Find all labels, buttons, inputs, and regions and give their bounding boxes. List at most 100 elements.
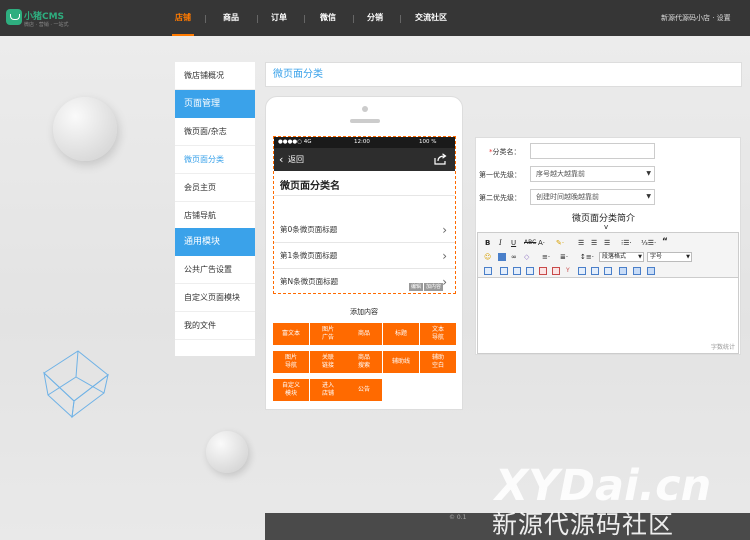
- delete-col-icon[interactable]: [552, 267, 560, 275]
- align-center-icon[interactable]: ☰: [591, 238, 597, 248]
- nav-separator: [205, 15, 206, 23]
- table-icon[interactable]: [484, 267, 492, 275]
- category-title: 微页面分类名: [280, 181, 340, 192]
- split-cols-icon[interactable]: [633, 267, 641, 275]
- emoji-icon[interactable]: ☺: [484, 252, 491, 262]
- highlight-icon[interactable]: ✎·: [556, 238, 564, 248]
- sidebar-item-shop-nav[interactable]: 店铺导航: [175, 202, 255, 230]
- back-chevron-icon[interactable]: ‹: [279, 148, 283, 171]
- eraser-icon[interactable]: ◇: [524, 252, 529, 262]
- align-right-icon[interactable]: ☰: [604, 238, 610, 248]
- priority1-select[interactable]: 序号越大越靠前 ▼: [530, 166, 655, 182]
- sidebar-item-custom-modules[interactable]: 自定义页面模块: [175, 284, 255, 312]
- bold-icon[interactable]: B: [485, 238, 490, 248]
- sidebar-group-common-modules[interactable]: 通用模块: [175, 228, 255, 256]
- tile-image-ad[interactable]: 图片 广告: [310, 323, 346, 345]
- delete-row-icon[interactable]: [539, 267, 547, 275]
- nav-products[interactable]: 商品: [218, 0, 244, 36]
- nav-distribution[interactable]: 分销: [364, 0, 386, 36]
- font-size-select[interactable]: 字号 ▼: [647, 252, 692, 262]
- list-item[interactable]: 第1条微页面标题 ›: [274, 243, 455, 269]
- line-height-icon[interactable]: ≡·: [542, 252, 550, 262]
- tile-text-nav[interactable]: 文本 导航: [420, 323, 456, 345]
- rich-text-editor[interactable]: B I U ABC A· ✎· ☰ ☰ ☰ ⁝☰· ⅓☰· “ ☺ ∞ ◇ ≡·…: [477, 232, 739, 354]
- font-size-label: 字号: [650, 253, 663, 260]
- tile-custom-module[interactable]: 自定义 模块: [273, 379, 309, 401]
- add-content-title: 添加内容: [350, 308, 378, 316]
- font-color-icon[interactable]: A·: [538, 238, 545, 248]
- sidebar-group-page-management[interactable]: 页面管理: [175, 90, 255, 118]
- sidebar-item-micropage-categories[interactable]: 微页面分类: [175, 146, 255, 174]
- link-icon[interactable]: ∞: [511, 252, 517, 262]
- shop-settings-link[interactable]: 新源代源码小店 · 设置: [661, 0, 731, 36]
- phone-screen[interactable]: ●●●●○ 4G 12:00 100 % ‹ 返回 微页面分类名 第0条微页面标…: [273, 136, 456, 294]
- insert-row-icon[interactable]: [513, 267, 521, 275]
- category-name-input[interactable]: [530, 143, 655, 159]
- tile-goods[interactable]: 商品: [346, 323, 382, 345]
- tile-heading[interactable]: 标题: [383, 323, 419, 345]
- signal-indicator: ●●●●○ 4G: [278, 139, 312, 145]
- quote-icon[interactable]: “: [662, 237, 668, 247]
- priority1-value: 序号越大越靠前: [536, 170, 585, 178]
- add-content-tag[interactable]: 加内容: [424, 283, 444, 291]
- insert-row-above-icon[interactable]: [500, 267, 508, 275]
- nav-community[interactable]: 交流社区: [413, 0, 449, 36]
- tile-divider[interactable]: 辅助线: [383, 351, 419, 373]
- battery-indicator: 100 %: [419, 139, 437, 145]
- tile-goods-search[interactable]: 商品 搜索: [346, 351, 382, 373]
- merge-cells-icon[interactable]: [578, 267, 586, 275]
- indent-icon[interactable]: ≣·: [560, 252, 568, 262]
- paragraph-format-label: 段落格式: [602, 253, 627, 260]
- tile-blank[interactable]: 辅助 空白: [420, 351, 456, 373]
- edit-tags: 编辑 加内容: [409, 283, 444, 291]
- tile-notice[interactable]: 公告: [346, 379, 382, 401]
- status-time: 12:00: [354, 139, 370, 145]
- chevron-down-icon: ▼: [686, 254, 690, 260]
- italic-icon[interactable]: I: [499, 238, 502, 248]
- tile-rich-text[interactable]: 富文本: [273, 323, 309, 345]
- paragraph-format-select[interactable]: 段落格式 ▼: [599, 252, 644, 262]
- nav-wechat[interactable]: 微信: [316, 0, 340, 36]
- nav-separator: [304, 15, 305, 23]
- tile-related-link[interactable]: 关联 链接: [310, 351, 346, 373]
- split-rows-icon[interactable]: [619, 267, 627, 275]
- bullet-list-icon[interactable]: ⁝☰·: [621, 238, 632, 248]
- chevron-right-icon: ›: [442, 223, 447, 237]
- chevron-down-icon: ▼: [646, 193, 651, 200]
- watermark-subtitle: 新源代源码社区: [492, 510, 675, 539]
- tile-enter-shop[interactable]: 进入 店铺: [310, 379, 346, 401]
- sidebar-item-member-home[interactable]: 会员主页: [175, 174, 255, 202]
- phone-speaker: [350, 119, 380, 123]
- split-cells-icon[interactable]: Y: [566, 266, 570, 276]
- word-count: 字数统计: [710, 344, 735, 351]
- nav-orders[interactable]: 订单: [268, 0, 290, 36]
- strikethrough-icon[interactable]: ABC: [524, 238, 536, 248]
- list-item[interactable]: 第0条微页面标题 ›: [274, 217, 455, 243]
- align-left-icon[interactable]: ☰: [578, 238, 584, 248]
- nav-shop[interactable]: 店铺: [172, 0, 194, 36]
- back-button[interactable]: 返回: [288, 148, 304, 171]
- page-title: 微页面分类: [265, 62, 742, 87]
- share-icon[interactable]: [434, 153, 447, 165]
- insert-col-icon[interactable]: [526, 267, 534, 275]
- image-icon[interactable]: [498, 253, 506, 261]
- spacing-icon[interactable]: ↕≡·: [580, 252, 594, 262]
- numbered-list-icon[interactable]: ⅓☰·: [641, 238, 656, 248]
- phone-camera: [362, 106, 368, 112]
- edit-tag[interactable]: 编辑: [409, 283, 424, 291]
- nav-separator: [353, 15, 354, 23]
- sidebar-item-micropages[interactable]: 微页面/杂志: [175, 118, 255, 146]
- tile-image-nav[interactable]: 图片 导航: [273, 351, 309, 373]
- underline-icon[interactable]: U: [511, 238, 516, 248]
- merge-right-icon[interactable]: [591, 267, 599, 275]
- sidebar-item-my-files[interactable]: 我的文件: [175, 312, 255, 340]
- chevron-down-icon: ▼: [646, 170, 651, 177]
- decor-circle-large: [53, 97, 117, 161]
- decor-cube-icon: [43, 350, 109, 419]
- table-props-icon[interactable]: [647, 267, 655, 275]
- priority2-select[interactable]: 创建时间越晚越靠前 ▼: [530, 189, 655, 205]
- sidebar-item-ad-settings[interactable]: 公共广告设置: [175, 256, 255, 284]
- sidebar-item-overview[interactable]: 微店铺概况: [175, 62, 255, 90]
- logo-icon[interactable]: [6, 9, 22, 25]
- merge-down-icon[interactable]: [604, 267, 612, 275]
